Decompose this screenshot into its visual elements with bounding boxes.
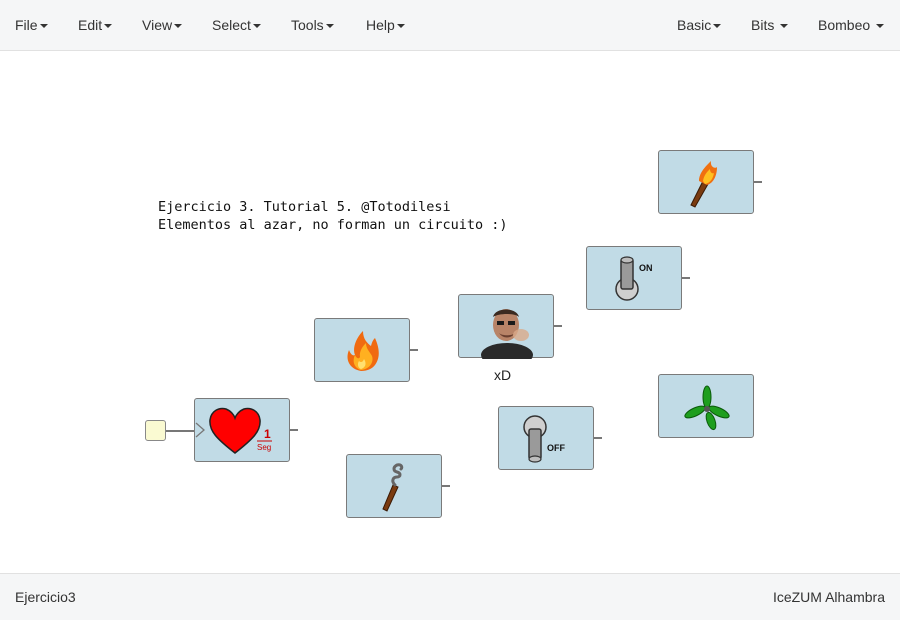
torch-on-block[interactable] — [658, 150, 754, 214]
menu-view-label: View — [142, 17, 173, 33]
heartbeat-block[interactable]: 1 Seg — [194, 398, 290, 462]
menu-help-label: Help — [366, 17, 395, 33]
fire-block[interactable] — [314, 318, 410, 382]
output-port[interactable] — [682, 277, 690, 279]
menu-bombeo[interactable]: Bombeo — [818, 0, 885, 50]
wire[interactable] — [166, 430, 195, 432]
menu-edit-label: Edit — [78, 17, 103, 33]
menu-bar: File Edit View Select Tools Help Basic B… — [0, 0, 900, 51]
comment-line-2: Elementos al azar, no forman un circuito… — [158, 217, 508, 233]
torch-lit-icon — [690, 161, 717, 208]
project-name: Ejercicio3 — [15, 589, 76, 605]
propeller-icon — [684, 385, 730, 431]
face-photo-icon — [481, 303, 533, 359]
menu-file-label: File — [15, 17, 38, 33]
fire-icon — [347, 331, 379, 371]
switch-on-icon: ON — [615, 256, 653, 301]
motor-block[interactable] — [658, 374, 754, 438]
heart-unit: Seg — [257, 443, 271, 452]
menu-help[interactable]: Help — [366, 0, 405, 50]
menu-basic-label: Basic — [677, 17, 712, 33]
output-port[interactable] — [290, 429, 298, 431]
switch-off-block[interactable]: OFF — [498, 406, 594, 470]
chevron-down-icon — [104, 24, 113, 29]
torch-smoke-icon — [382, 463, 404, 512]
menu-view[interactable]: View — [142, 0, 183, 50]
heart-value: 1 — [264, 427, 271, 441]
menu-bits[interactable]: Bits — [751, 0, 789, 50]
menu-tools[interactable]: Tools — [291, 0, 334, 50]
chevron-down-icon — [396, 24, 405, 29]
menu-file[interactable]: File — [15, 0, 48, 50]
output-port[interactable] — [594, 437, 602, 439]
menu-select-label: Select — [212, 17, 251, 33]
output-port[interactable] — [754, 181, 762, 183]
menu-select[interactable]: Select — [212, 0, 261, 50]
status-bar: Ejercicio3 IceZUM Alhambra — [0, 573, 900, 620]
board-name[interactable]: IceZUM Alhambra — [773, 574, 885, 621]
switch-on-label: ON — [639, 263, 653, 273]
design-canvas[interactable]: Ejercicio 3. Tutorial 5. @Totodilesi Elem… — [0, 51, 900, 573]
comment-line-1: Ejercicio 3. Tutorial 5. @Totodilesi — [158, 199, 451, 215]
switch-off-icon: OFF — [523, 415, 565, 463]
menu-bits-label: Bits — [751, 17, 775, 33]
menu-edit[interactable]: Edit — [78, 0, 113, 50]
comment-block[interactable]: Ejercicio 3. Tutorial 5. @Totodilesi Elem… — [158, 198, 508, 234]
chevron-down-icon — [713, 24, 722, 29]
chevron-down-icon — [876, 24, 885, 29]
output-port[interactable] — [554, 325, 562, 327]
menu-tools-label: Tools — [291, 17, 324, 33]
heart-icon: 1 Seg — [195, 407, 272, 454]
output-port[interactable] — [442, 485, 450, 487]
switch-on-block[interactable]: ON — [586, 246, 682, 310]
image-block[interactable] — [458, 294, 554, 359]
chevron-down-icon — [780, 24, 789, 29]
output-port[interactable] — [410, 349, 418, 351]
chevron-down-icon — [174, 24, 183, 29]
chevron-down-icon — [39, 24, 48, 29]
chevron-down-icon — [325, 24, 334, 29]
torch-off-block[interactable] — [346, 454, 442, 518]
block-label: xD — [494, 367, 512, 383]
menu-basic[interactable]: Basic — [677, 0, 722, 50]
menu-bombeo-label: Bombeo — [818, 17, 871, 33]
input-pin[interactable] — [145, 420, 166, 441]
chevron-down-icon — [252, 24, 261, 29]
switch-off-label: OFF — [547, 443, 565, 453]
